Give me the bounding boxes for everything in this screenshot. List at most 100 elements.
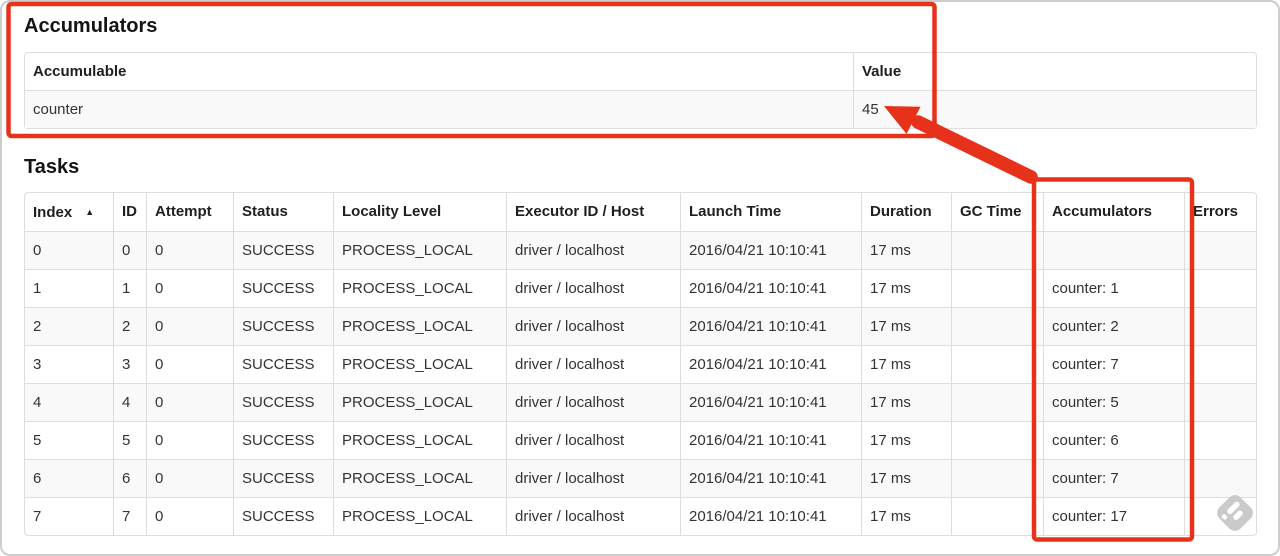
accumulators-table: Accumulable Value counter 45 [24,52,1257,129]
tasks-table-cell: 2016/04/21 10:10:41 [680,231,861,269]
tasks-table-cell: 0 [146,421,233,459]
tasks-table-cell: 17 ms [861,345,951,383]
tasks-table-cell: 17 ms [861,421,951,459]
tasks-table-cell: PROCESS_LOCAL [333,345,506,383]
tasks-table-cell: 1 [25,269,113,307]
tasks-table-column-header-executor-id-host[interactable]: Executor ID / Host [506,193,680,231]
sort-ascending-icon: ▲ [85,206,95,217]
tasks-table-row: 1 1 0 SUCCESS PROCESS_LOCAL driver / localhos… [25,269,1256,307]
accumulators-section-title: Accumulators [24,15,158,37]
tasks-table-column-header-launch-time[interactable]: Launch Time [680,193,861,231]
tasks-table-cell: 0 [146,269,233,307]
tasks-table-cell: 2016/04/21 10:10:41 [680,345,861,383]
tasks-table-cell: 3 [25,345,113,383]
tasks-table-cell: PROCESS_LOCAL [333,307,506,345]
tasks-table-cell [951,497,1043,535]
tasks-table-column-header-index[interactable]: Index ▲ [25,193,113,231]
tasks-table-cell: 0 [113,231,146,269]
tasks-table-cell [951,269,1043,307]
tasks-table-cell: 17 ms [861,497,951,535]
tasks-table-cell: counter: 2 [1043,307,1184,345]
tasks-table-row: 2 2 0 SUCCESS PROCESS_LOCAL driver / localhos… [25,307,1256,345]
tasks-table-cell: 0 [146,383,233,421]
tasks-table-cell [1184,231,1256,269]
tasks-table-cell: 7 [25,497,113,535]
accumulators-table-header-row: Accumulable Value [25,53,1256,90]
tasks-table-column-header-attempt[interactable]: Attempt [146,193,233,231]
tasks-table-cell [951,345,1043,383]
tasks-table-cell: 2016/04/21 10:10:41 [680,421,861,459]
tasks-table-cell: 2016/04/21 10:10:41 [680,497,861,535]
tasks-table-cell: SUCCESS [233,307,333,345]
accumulators-table-cell: 45 [853,90,1256,128]
column-label: Locality Level [342,203,442,220]
tasks-table-cell: driver / localhost [506,307,680,345]
tasks-table-cell: counter: 1 [1043,269,1184,307]
tasks-table-cell: 4 [25,383,113,421]
tasks-table-column-header-status[interactable]: Status [233,193,333,231]
tasks-table-cell: 5 [113,421,146,459]
tasks-table-cell [1184,345,1256,383]
tasks-table-cell: PROCESS_LOCAL [333,459,506,497]
tasks-table-cell: counter: 5 [1043,383,1184,421]
column-label: Value [862,62,902,80]
tasks-table-cell: 17 ms [861,383,951,421]
tasks-table-column-header-errors[interactable]: Errors [1184,193,1256,231]
tasks-table-cell: SUCCESS [233,421,333,459]
tasks-table-cell: 2016/04/21 10:10:41 [680,459,861,497]
tasks-table-cell: 0 [146,231,233,269]
tasks-table-cell: 17 ms [861,459,951,497]
tasks-table-cell: 2 [25,307,113,345]
tasks-table-cell: driver / localhost [506,383,680,421]
tasks-table-column-header-accumulators[interactable]: Accumulators [1043,193,1184,231]
tasks-table-column-header-duration[interactable]: Duration [861,193,951,231]
tasks-table-column-header-id[interactable]: ID [113,193,146,231]
accumulators-table-cell: counter [25,90,853,128]
tasks-table-cell: 17 ms [861,231,951,269]
tasks-table-cell: 4 [113,383,146,421]
tasks-table-cell: 7 [113,497,146,535]
tasks-table-cell: SUCCESS [233,383,333,421]
tasks-table-column-header-locality-level[interactable]: Locality Level [333,193,506,231]
tasks-table-cell: driver / localhost [506,497,680,535]
column-label: Executor ID / Host [515,203,645,220]
tasks-table-cell: PROCESS_LOCAL [333,497,506,535]
tasks-table-cell: 2016/04/21 10:10:41 [680,269,861,307]
tasks-table-cell: 2 [113,307,146,345]
watermark-diamond [1217,495,1253,531]
column-label: ID [122,203,137,220]
tasks-table-cell: PROCESS_LOCAL [333,421,506,459]
column-label: Accumulable [33,62,127,80]
tasks-table-cell [1043,231,1184,269]
tasks-table-cell: 1 [113,269,146,307]
tasks-table-cell: 17 ms [861,269,951,307]
tasks-table-cell [951,231,1043,269]
column-label: Status [242,203,288,220]
tasks-table-cell: SUCCESS [233,345,333,383]
tasks-table-cell: counter: 7 [1043,345,1184,383]
tasks-table-cell: PROCESS_LOCAL [333,269,506,307]
tasks-table-cell: driver / localhost [506,345,680,383]
tasks-table-row: 0 0 0 SUCCESS PROCESS_LOCAL driver / localhos… [25,231,1256,269]
tasks-table-cell: driver / localhost [506,421,680,459]
tasks-table-cell: 0 [146,459,233,497]
column-label: Accumulators [1052,203,1153,220]
tasks-table-row: 6 6 0 SUCCESS PROCESS_LOCAL driver / localhos… [25,459,1256,497]
tasks-table-cell: 2016/04/21 10:10:41 [680,307,861,345]
tasks-table-cell: 3 [113,345,146,383]
tasks-table-column-header-gc-time[interactable]: GC Time [951,193,1043,231]
tasks-section-title: Tasks [24,156,80,178]
column-label: Index [33,203,73,221]
tasks-table-row: 4 4 0 SUCCESS PROCESS_LOCAL driver / localhos… [25,383,1256,421]
tasks-table-cell: driver / localhost [506,269,680,307]
browser-frame: Accumulators Accumulable Value counter 45 T… [0,0,1280,556]
tasks-table-row: 7 7 0 SUCCESS PROCESS_LOCAL driver / localhos… [25,497,1256,535]
tasks-table-header-row: Index ▲ ID Attempt Status Locality Level Execu… [25,193,1256,231]
tasks-table-cell [951,383,1043,421]
tasks-table-cell: 0 [146,307,233,345]
tasks-table-cell [951,459,1043,497]
column-label: GC Time [960,203,1022,220]
tasks-table-cell: 6 [113,459,146,497]
tasks-table-cell: SUCCESS [233,497,333,535]
tasks-table-cell: 0 [146,497,233,535]
